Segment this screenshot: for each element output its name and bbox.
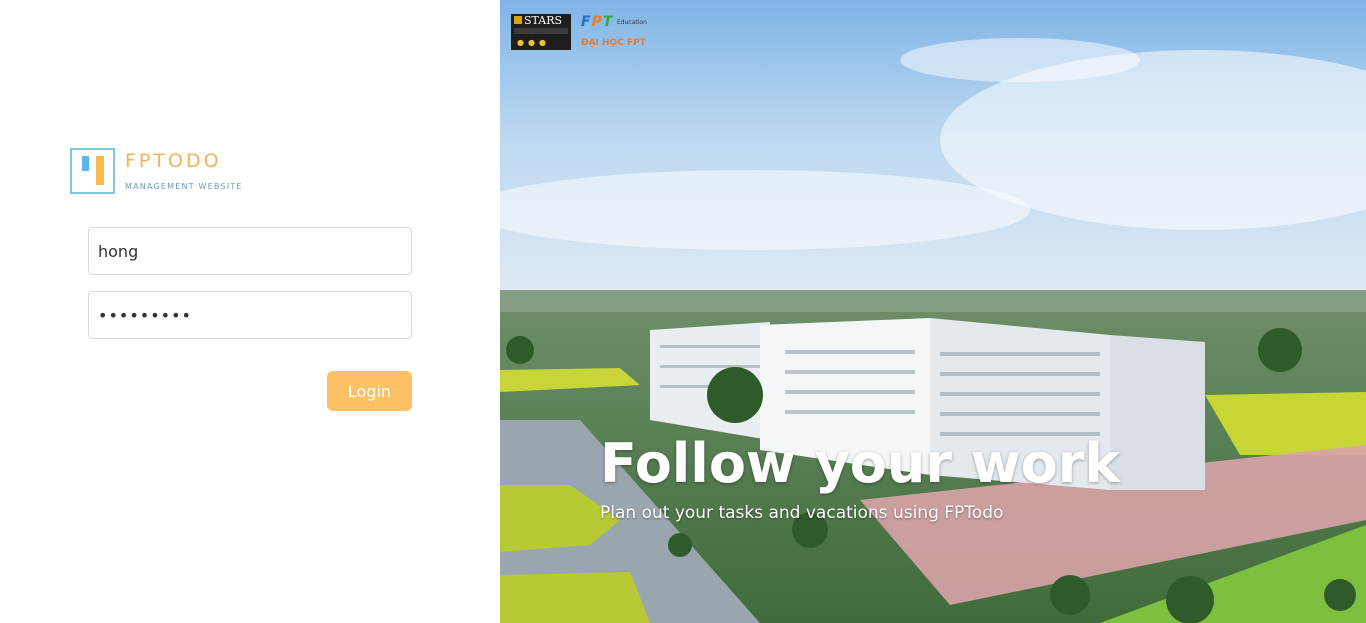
password-input[interactable] (88, 291, 412, 339)
brand-name: FPTODO (125, 150, 222, 172)
stars-badge: STARS ●●● (511, 14, 571, 50)
hero-image-panel: STARS ●●● FPT Education ĐẠI HỌC FPT Foll… (500, 0, 1366, 623)
fpt-education-logo: FPT Education ĐẠI HỌC FPT (581, 14, 651, 52)
username-input[interactable] (88, 227, 412, 275)
login-panel: FPTODO MANAGEMENT WEBSITE Login (0, 0, 500, 623)
university-name: ĐẠI HỌC FPT (581, 38, 646, 48)
partner-logos: STARS ●●● FPT Education ĐẠI HỌC FPT (511, 14, 651, 52)
login-button[interactable]: Login (327, 371, 412, 411)
campus-aerial-image (500, 0, 1366, 623)
fpt-education-text: Education (617, 19, 647, 26)
hero-title: Follow your work (600, 432, 1121, 495)
hero-subtitle: Plan out your tasks and vacations using … (600, 503, 1004, 523)
brand-tagline: MANAGEMENT WEBSITE (125, 182, 243, 191)
brand-logo: FPTODO MANAGEMENT WEBSITE (70, 148, 243, 194)
stars-badge-text: STARS (524, 14, 563, 27)
fptodo-logo-icon (70, 148, 115, 194)
